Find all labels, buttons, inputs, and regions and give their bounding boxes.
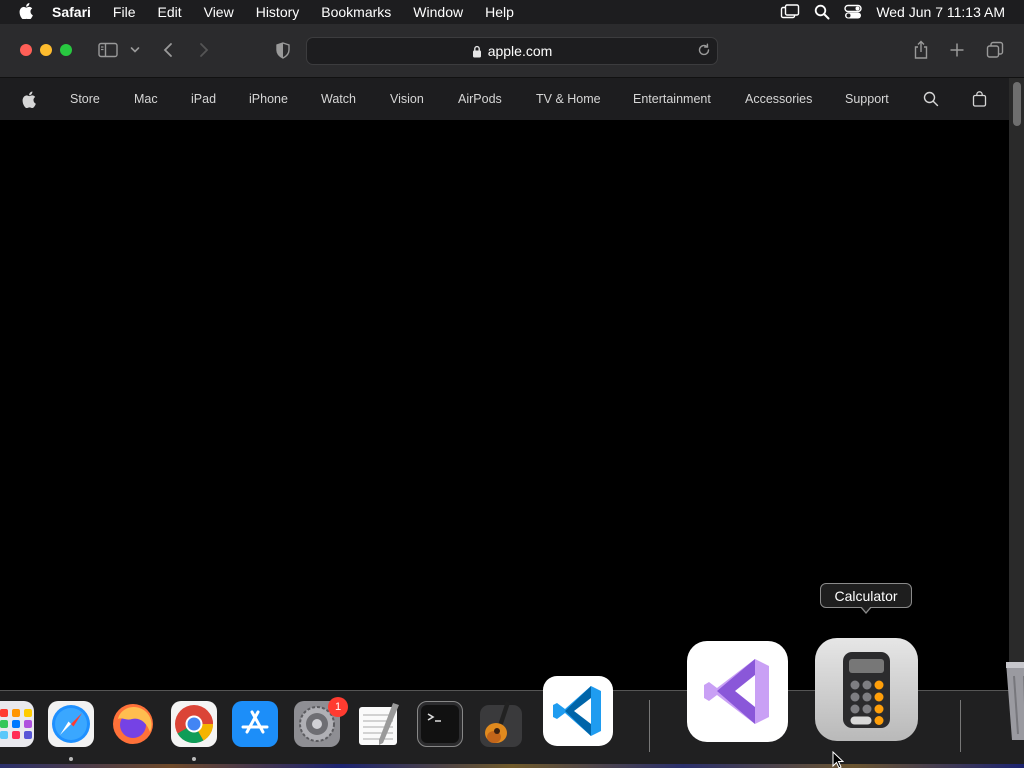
menu-file[interactable]: File (102, 0, 147, 24)
dock-tooltip: Calculator (820, 583, 912, 608)
nav-accessories[interactable]: Accessories (745, 78, 812, 120)
share-icon[interactable] (912, 38, 930, 62)
window-maximize-button[interactable] (60, 44, 72, 56)
nav-entertainment[interactable]: Entertainment (633, 78, 711, 120)
nav-store[interactable]: Store (70, 78, 100, 120)
nav-support[interactable]: Support (845, 78, 889, 120)
scrollbar-thumb[interactable] (1013, 82, 1021, 126)
chrome-icon[interactable] (171, 701, 217, 747)
shopping-bag-icon[interactable] (972, 90, 987, 108)
screen-mirroring-icon[interactable] (780, 4, 800, 20)
menu-help[interactable]: Help (474, 0, 525, 24)
search-icon[interactable] (923, 90, 939, 108)
desktop-wallpaper-strip (0, 764, 1024, 768)
running-indicator (69, 757, 73, 761)
app-store-icon[interactable] (232, 701, 278, 747)
dock-separator (649, 700, 650, 752)
window-minimize-button[interactable] (40, 44, 52, 56)
menu-window[interactable]: Window (402, 0, 474, 24)
menu-view[interactable]: View (193, 0, 245, 24)
new-tab-plus-icon[interactable] (948, 38, 966, 62)
address-bar[interactable]: apple.com (306, 37, 718, 65)
reload-icon[interactable] (696, 42, 712, 58)
scrollbar-track[interactable] (1009, 78, 1024, 678)
tab-overview-icon[interactable] (985, 38, 1005, 62)
trash-icon[interactable] (1004, 660, 1024, 742)
browser-toolbar: apple.com (0, 24, 1024, 78)
nav-watch[interactable]: Watch (321, 78, 356, 120)
safari-icon[interactable] (48, 701, 94, 747)
garageband-icon[interactable] (478, 697, 524, 749)
nav-airpods[interactable]: AirPods (458, 78, 502, 120)
nav-mac[interactable]: Mac (134, 78, 158, 120)
address-url: apple.com (487, 43, 553, 59)
terminal-icon[interactable] (417, 701, 463, 747)
tooltip-arrow-inner (861, 606, 871, 612)
nav-iphone[interactable]: iPhone (249, 78, 288, 120)
textedit-icon[interactable] (355, 701, 401, 747)
vscode-icon[interactable] (543, 676, 613, 746)
nav-ipad[interactable]: iPad (191, 78, 216, 120)
nav-vision[interactable]: Vision (390, 78, 424, 120)
menu-history[interactable]: History (245, 0, 311, 24)
nav-tv-home[interactable]: TV & Home (536, 78, 601, 120)
apple-logo-icon[interactable] (22, 90, 36, 108)
visual-studio-icon[interactable] (687, 641, 788, 742)
dock-separator (960, 700, 961, 752)
launchpad-icon[interactable] (0, 701, 34, 747)
forward-arrow-icon[interactable] (196, 38, 212, 62)
privacy-shield-icon[interactable] (274, 38, 292, 62)
sidebar-toggle-icon[interactable] (97, 38, 119, 62)
calculator-icon[interactable] (815, 638, 918, 741)
spotlight-search-icon[interactable] (814, 4, 830, 20)
control-center-icon[interactable] (844, 4, 863, 20)
chevron-down-icon[interactable] (129, 38, 141, 62)
lock-icon (472, 45, 482, 58)
menu-bar: Safari File Edit View History Bookmarks … (0, 0, 1024, 24)
firefox-icon[interactable] (110, 701, 156, 747)
back-arrow-icon[interactable] (160, 38, 176, 62)
window-close-button[interactable] (20, 44, 32, 56)
apple-menu-icon[interactable] (0, 2, 52, 22)
menu-clock[interactable]: Wed Jun 7 11:13 AM (876, 4, 1005, 20)
menu-app-name[interactable]: Safari (52, 0, 102, 24)
menu-bookmarks[interactable]: Bookmarks (310, 0, 402, 24)
notification-badge: 1 (328, 697, 348, 717)
mouse-cursor-icon (832, 750, 845, 768)
apple-global-nav: Store Mac iPad iPhone Watch Vision AirPo… (0, 78, 1009, 120)
menu-edit[interactable]: Edit (146, 0, 192, 24)
running-indicator (192, 757, 196, 761)
